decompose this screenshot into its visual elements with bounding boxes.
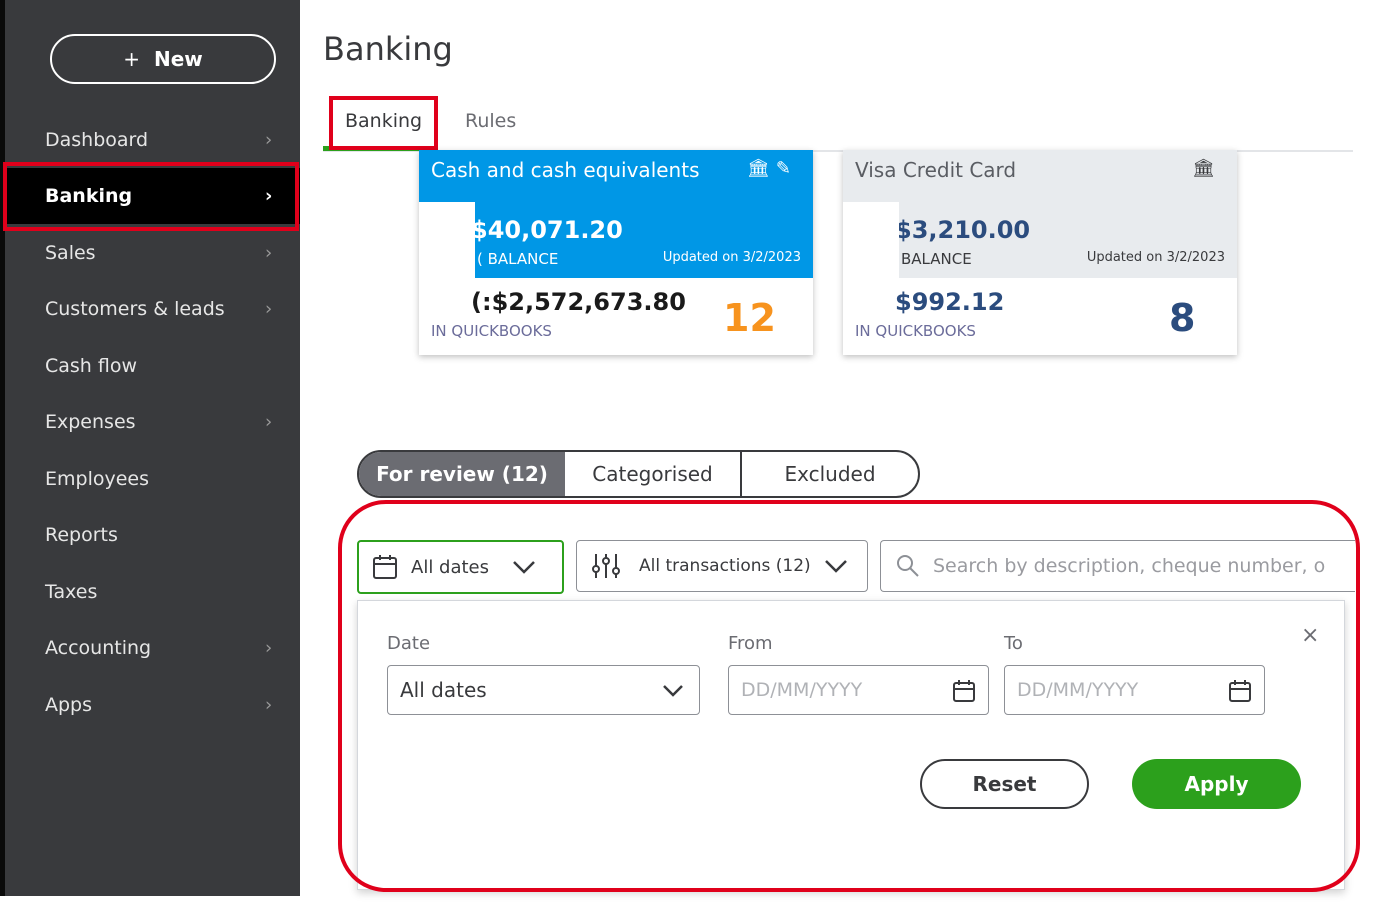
sidebar-item-reports[interactable]: Reports (5, 507, 300, 563)
tab-excluded[interactable]: Excluded (742, 452, 918, 496)
sidebar-item-label: Reports (45, 524, 118, 546)
sidebar-item-label: Accounting (45, 637, 152, 659)
tab-rules[interactable]: Rules (465, 110, 516, 132)
calendar-icon[interactable] (952, 679, 976, 703)
bank-balance: $3,210.00 (895, 216, 1031, 244)
to-field-label: To (1004, 633, 1023, 654)
apply-button[interactable]: Apply (1132, 759, 1301, 809)
account-card-cash[interactable]: Cash and cash equivalents 🏛✎ $40,071.20 … (419, 150, 813, 355)
search-icon (897, 555, 919, 577)
page-title: Banking (323, 30, 453, 68)
tab-categorised[interactable]: Categorised (565, 452, 742, 496)
date-filter-dropdown[interactable]: All dates (357, 540, 564, 594)
chevron-right-icon: › (265, 242, 273, 264)
date-select[interactable]: All dates (387, 665, 700, 715)
sidebar-item-employees[interactable]: Employees (5, 451, 300, 507)
sidebar-item-cash-flow[interactable]: Cash flow (5, 338, 300, 394)
sidebar-item-label: Dashboard (45, 129, 149, 151)
sidebar-item-label: Employees (45, 468, 149, 490)
sidebar-item-sales[interactable]: Sales › (5, 225, 300, 281)
new-button[interactable]: + New (50, 34, 276, 84)
sidebar-item-label: Cash flow (45, 355, 138, 377)
tab-banking[interactable]: Banking (345, 110, 422, 132)
bank-balance: $40,071.20 (471, 216, 623, 244)
sidebar-item-dashboard[interactable]: Dashboard › (5, 112, 300, 168)
from-date-field (728, 665, 989, 715)
logo-placeholder (843, 202, 899, 282)
chevron-right-icon: › (265, 411, 273, 433)
sidebar-item-taxes[interactable]: Taxes (5, 564, 300, 620)
sidebar-item-accounting[interactable]: Accounting › (5, 620, 300, 676)
tab-for-review[interactable]: For review (12) (359, 452, 565, 496)
account-card-visa[interactable]: Visa Credit Card 🏛 $3,210.00 BALANCE Upd… (843, 150, 1237, 355)
quickbooks-balance: (:$2,572,673.80 (471, 288, 686, 316)
chevron-right-icon: › (265, 129, 273, 151)
close-icon[interactable]: × (1301, 623, 1319, 648)
logo-placeholder (419, 202, 475, 282)
chevron-down-icon (513, 561, 535, 574)
date-field-label: Date (387, 633, 431, 654)
quickbooks-balance: $992.12 (895, 288, 1005, 316)
date-filter-label: All dates (411, 556, 490, 578)
from-field-label: From (728, 633, 773, 654)
chevron-right-icon: › (265, 637, 273, 659)
review-tabs: For review (12) Categorised Excluded (357, 450, 920, 498)
sidebar-item-label: Expenses (45, 411, 136, 433)
from-date-input[interactable] (741, 679, 941, 701)
new-button-label: New (153, 47, 203, 71)
card-header: Visa Credit Card 🏛 $3,210.00 BALANCE Upd… (843, 150, 1237, 278)
bank-icon: 🏛 (1192, 158, 1221, 179)
to-date-field (1004, 665, 1265, 715)
chevron-right-icon: › (265, 185, 273, 207)
card-header: Cash and cash equivalents 🏛✎ $40,071.20 … (419, 150, 813, 278)
account-name: Visa Credit Card (855, 158, 1017, 182)
pending-count: 12 (723, 296, 776, 340)
sidebar-item-label: Customers & leads (45, 298, 225, 320)
reset-button[interactable]: Reset (920, 759, 1089, 809)
bank-icon: 🏛 (747, 158, 776, 179)
quickbooks-balance-label: IN QUICKBOOKS (431, 322, 552, 340)
sidebar-item-label: Taxes (45, 581, 98, 603)
updated-date: Updated on 3/2/2023 (662, 250, 801, 265)
sidebar-item-label: Banking (45, 185, 133, 207)
quickbooks-balance-label: IN QUICKBOOKS (855, 322, 976, 340)
bank-balance-label: BALANCE (901, 250, 972, 268)
sidebar-item-expenses[interactable]: Expenses › (5, 394, 300, 450)
pending-count: 8 (1169, 296, 1196, 340)
sidebar-item-label: Sales (45, 242, 96, 264)
plus-icon: + (123, 47, 140, 71)
chevron-down-icon (824, 560, 847, 573)
search-input[interactable] (933, 555, 1355, 577)
sidebar: + New Dashboard › Banking › Sales › Cust… (0, 0, 300, 896)
search-box (880, 540, 1355, 592)
sidebar-item-customers-leads[interactable]: Customers & leads › (5, 281, 300, 337)
sidebar-item-label: Apps (45, 694, 93, 716)
chevron-down-icon (663, 685, 683, 697)
sidebar-item-apps[interactable]: Apps › (5, 677, 300, 733)
to-date-input[interactable] (1017, 679, 1217, 701)
updated-date: Updated on 3/2/2023 (1086, 250, 1225, 265)
chevron-right-icon: › (265, 298, 273, 320)
tab-bar: Banking Rules (323, 102, 1353, 152)
sliders-icon (592, 554, 620, 578)
account-name: Cash and cash equivalents (431, 158, 700, 182)
bank-balance-label: ( BALANCE (477, 250, 559, 268)
pencil-icon[interactable]: ✎ (776, 158, 797, 179)
chevron-right-icon: › (265, 694, 273, 716)
date-select-value: All dates (400, 678, 487, 702)
transactions-filter-dropdown[interactable]: All transactions (12) (576, 540, 868, 592)
date-filter-panel: Date From To All dates × Reset Apply (357, 600, 1345, 890)
calendar-icon[interactable] (1228, 679, 1252, 703)
sidebar-item-banking[interactable]: Banking › (5, 168, 300, 224)
transactions-filter-label: All transactions (12) (639, 556, 811, 576)
calendar-icon (373, 555, 397, 579)
